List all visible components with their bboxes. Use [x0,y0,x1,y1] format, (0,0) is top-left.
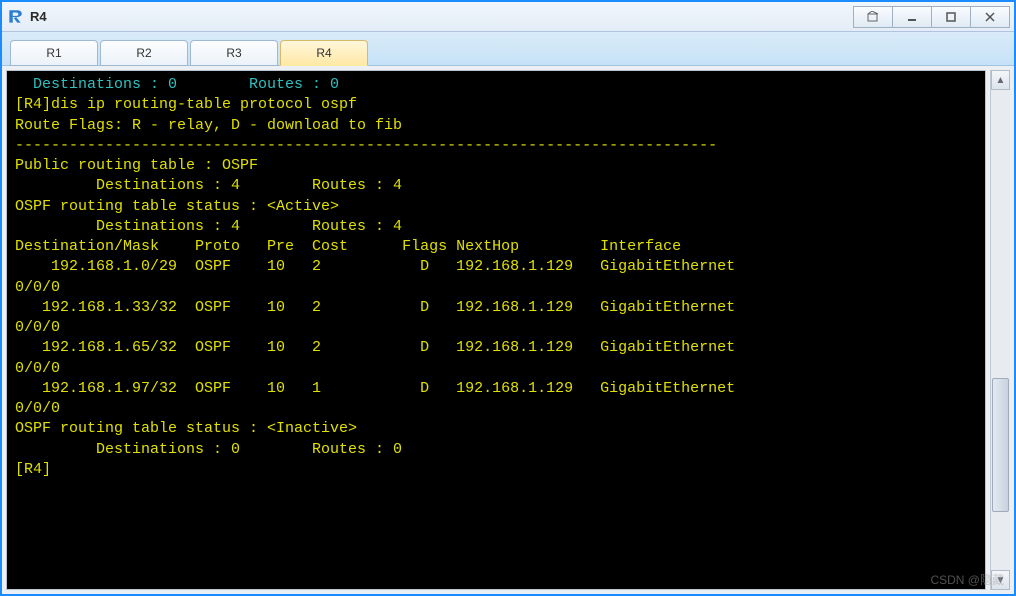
terminal-line: [R4] [15,460,977,480]
terminal-line: Public routing table : OSPF [15,156,977,176]
tab-r1[interactable]: R1 [10,40,98,66]
tab-r4[interactable]: R4 [280,40,368,66]
terminal-line: 192.168.1.97/32 OSPF 10 1 D 192.168.1.12… [15,379,977,399]
terminal-line: Destinations : 0 Routes : 0 [15,75,977,95]
terminal-area: Destinations : 0 Routes : 0[R4]dis ip ro… [2,66,1014,594]
terminal-line: [R4]dis ip routing-table protocol ospf [15,95,977,115]
maximize-button[interactable] [931,6,971,28]
terminal-line: Destinations : 4 Routes : 4 [15,176,977,196]
minimize-button[interactable] [892,6,932,28]
window-controls [854,6,1010,28]
terminal-line: ----------------------------------------… [15,136,977,156]
tab-label: R2 [136,46,151,60]
close-button[interactable] [970,6,1010,28]
terminal-line: 192.168.1.65/32 OSPF 10 2 D 192.168.1.12… [15,338,977,358]
terminal-line: Route Flags: R - relay, D - download to … [15,116,977,136]
tab-r3[interactable]: R3 [190,40,278,66]
terminal-line: Destinations : 4 Routes : 4 [15,217,977,237]
terminal-line: 192.168.1.33/32 OSPF 10 2 D 192.168.1.12… [15,298,977,318]
tab-label: R3 [226,46,241,60]
terminal-line: 0/0/0 [15,318,977,338]
titlebar: R4 [2,2,1014,32]
tab-label: R4 [316,46,331,60]
terminal-line: 0/0/0 [15,359,977,379]
tabbar: R1 R2 R3 R4 [2,32,1014,66]
scroll-down-button[interactable]: ▼ [991,570,1010,590]
terminal-line: OSPF routing table status : <Active> [15,197,977,217]
options-button[interactable] [853,6,893,28]
terminal-line: Destinations : 0 Routes : 0 [15,440,977,460]
app-icon [6,8,24,26]
terminal-line: 0/0/0 [15,278,977,298]
terminal-line: Destination/Mask Proto Pre Cost Flags Ne… [15,237,977,257]
scroll-track[interactable] [991,90,1010,570]
app-window: R4 R1 R2 R3 R4 Destinations : 0 Routes :… [0,0,1016,596]
terminal[interactable]: Destinations : 0 Routes : 0[R4]dis ip ro… [6,70,986,590]
scroll-thumb[interactable] [992,378,1009,512]
terminal-line: 192.168.1.0/29 OSPF 10 2 D 192.168.1.129… [15,257,977,277]
scrollbar: ▲ ▼ [990,70,1010,590]
tab-r2[interactable]: R2 [100,40,188,66]
terminal-line: OSPF routing table status : <Inactive> [15,419,977,439]
window-title: R4 [30,9,854,24]
scroll-up-button[interactable]: ▲ [991,70,1010,90]
tab-label: R1 [46,46,61,60]
terminal-line: 0/0/0 [15,399,977,419]
